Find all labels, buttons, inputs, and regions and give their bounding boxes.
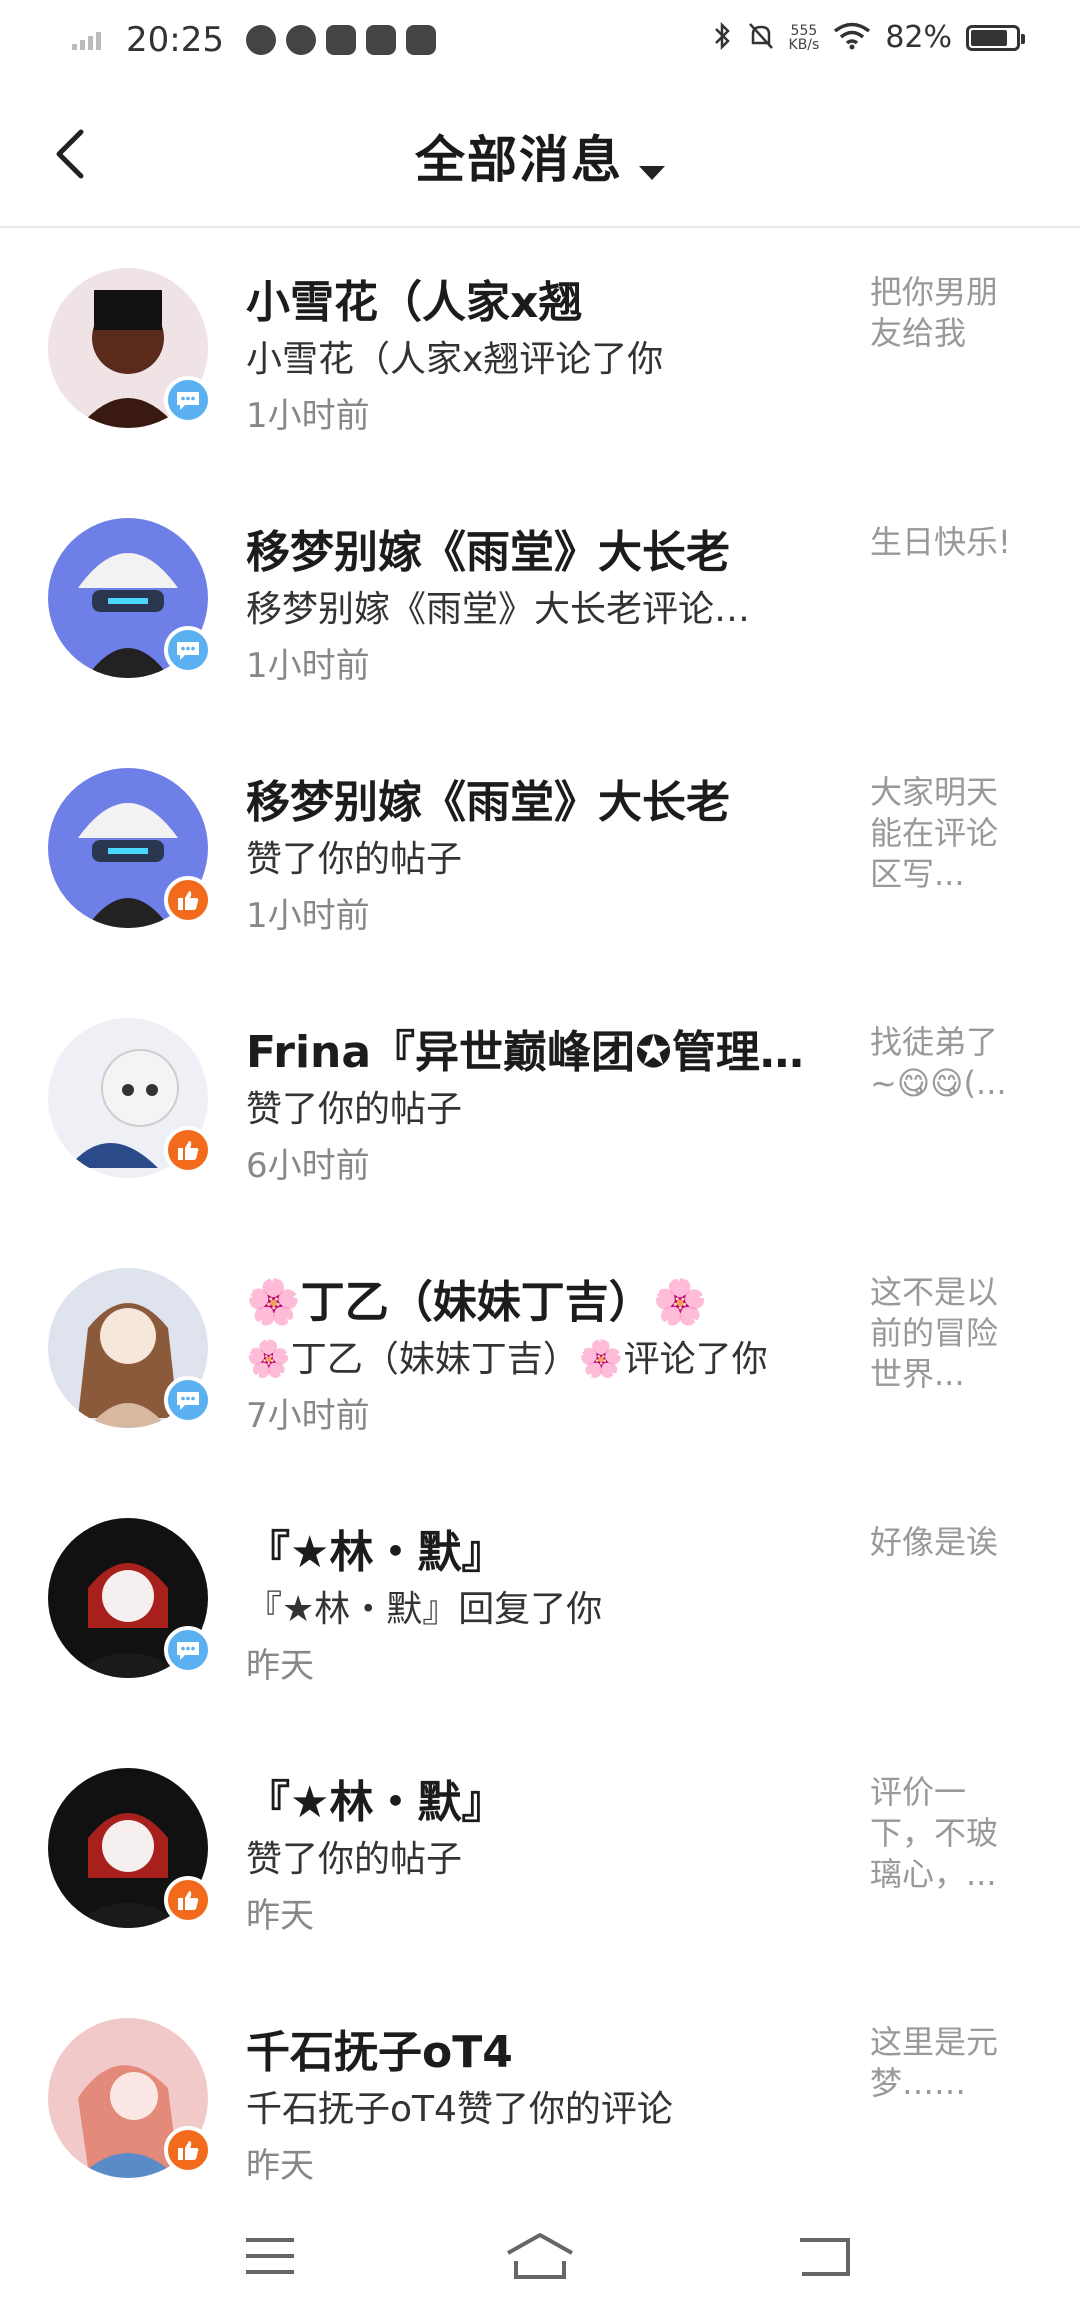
post-preview[interactable]: 找徒弟了~😋😋(... [870, 1022, 1020, 1104]
message-action: 小雪花（人家x翘评论了你 [246, 339, 664, 380]
return-icon [800, 2238, 850, 2276]
message-action: 赞了你的帖子 [246, 1839, 463, 1880]
message-item[interactable]: 小雪花（人家x翘 小雪花（人家x翘评论了你 1小时前 把你男朋友给我 [0, 228, 1080, 478]
message-action: 千石抚子oT4赞了你的评论 [246, 2089, 673, 2130]
message-time: 7小时前 [246, 1396, 370, 1436]
status-time: 20:25 [126, 20, 224, 60]
post-preview[interactable]: 这不是以前的冒险世界... [870, 1272, 1020, 1395]
message-item[interactable]: 『★林・默』 『★林・默』回复了你 昨天 好像是诶 [0, 1478, 1080, 1728]
battery-icon [966, 24, 1025, 51]
message-time: 1小时前 [246, 396, 370, 436]
mute-bell-icon [747, 21, 775, 55]
message-item[interactable]: Frina『异世巅峰团✪管理… 赞了你的帖子 6小时前 找徒弟了~😋😋(... [0, 978, 1080, 1228]
message-item[interactable]: 🌸丁乙（妹妹丁吉）🌸 🌸丁乙（妹妹丁吉）🌸评论了你 7小时前 这不是以前的冒险世… [0, 1228, 1080, 1478]
message-action: 『★林・默』回复了你 [246, 1589, 603, 1630]
comment-badge-icon [164, 626, 212, 674]
like-badge-icon [164, 1126, 212, 1174]
comment-badge-icon [164, 1376, 212, 1424]
message-time: 昨天 [246, 2146, 314, 2186]
sender-name: 『★林・默』 [246, 1527, 506, 1578]
video-app-icon [365, 25, 396, 55]
message-time: 1小时前 [246, 646, 370, 686]
page-title: 全部消息 [415, 131, 623, 189]
comment-badge-icon [164, 1626, 212, 1674]
app-notification-icon [245, 25, 276, 55]
menu-icon [246, 2238, 294, 2274]
sender-name: 🌸丁乙（妹妹丁吉）🌸 [246, 1277, 708, 1328]
post-preview[interactable]: 这里是元梦…… [870, 2022, 1020, 2104]
message-action: 移梦别嫁《雨堂》大长老评论… [246, 589, 751, 630]
message-item[interactable]: 『★林・默』 赞了你的帖子 昨天 评价一下，不玻璃心，... [0, 1728, 1080, 1978]
sender-name: 小雪花（人家x翘 [246, 277, 583, 328]
bluetooth-icon [713, 21, 733, 55]
system-nav-bar [0, 2196, 1080, 2316]
post-preview[interactable]: 生日快乐! [870, 522, 1020, 563]
comment-badge-icon [164, 376, 212, 424]
post-preview[interactable]: 评价一下，不玻璃心，... [870, 1772, 1020, 1895]
message-time: 6小时前 [246, 1146, 370, 1186]
post-preview[interactable]: 大家明天能在评论区写... [870, 772, 1020, 895]
sender-name: Frina『异世巅峰团✪管理… [246, 1027, 804, 1078]
status-bar: 20:25 555 KB/s 82% [0, 0, 1080, 84]
pinwheel-app-icon [285, 25, 316, 55]
menu-button[interactable] [220, 2216, 320, 2296]
message-time: 昨天 [246, 1646, 314, 1686]
message-action: 🌸丁乙（妹妹丁吉）🌸评论了你 [246, 1339, 768, 1380]
back-nav-button[interactable] [774, 2216, 874, 2296]
like-badge-icon [164, 2126, 212, 2174]
music-app-icon [325, 25, 356, 55]
post-preview[interactable]: 把你男朋友给我 [870, 272, 1020, 354]
like-badge-icon [164, 1876, 212, 1924]
wifi-icon [833, 22, 871, 54]
dropdown-arrow-icon [639, 165, 665, 180]
message-item[interactable]: 移梦别嫁《雨堂》大长老 赞了你的帖子 1小时前 大家明天能在评论区写... [0, 728, 1080, 978]
battery-percent: 82% [885, 20, 952, 55]
message-time: 1小时前 [246, 896, 370, 936]
network-speed: 555 KB/s [788, 22, 820, 53]
sender-name: 『★林・默』 [246, 1777, 506, 1828]
message-item[interactable]: 移梦别嫁《雨堂》大长老 移梦别嫁《雨堂》大长老评论… 1小时前 生日快乐! [0, 478, 1080, 728]
sender-name: 移梦别嫁《雨堂》大长老 [246, 777, 730, 828]
message-item[interactable]: 千石抚子oT4 千石抚子oT4赞了你的评论 昨天 这里是元梦…… [0, 1978, 1080, 2228]
post-preview[interactable]: 好像是诶 [870, 1522, 1020, 1563]
header-bar: 全部消息 [0, 84, 1080, 228]
message-time: 昨天 [246, 1896, 314, 1936]
home-button[interactable] [490, 2216, 590, 2296]
like-badge-icon [164, 876, 212, 924]
signal-icon [72, 26, 108, 54]
message-action: 赞了你的帖子 [246, 1089, 463, 1130]
sender-name: 移梦别嫁《雨堂》大长老 [246, 527, 730, 578]
home-icon [507, 2233, 573, 2279]
mail-app-icon [405, 25, 436, 55]
message-list: 小雪花（人家x翘 小雪花（人家x翘评论了你 1小时前 把你男朋友给我 移梦别嫁《… [0, 228, 1080, 2228]
message-action: 赞了你的帖子 [246, 839, 463, 880]
sender-name: 千石抚子oT4 [246, 2027, 513, 2078]
title-dropdown[interactable]: 全部消息 [0, 120, 1080, 192]
